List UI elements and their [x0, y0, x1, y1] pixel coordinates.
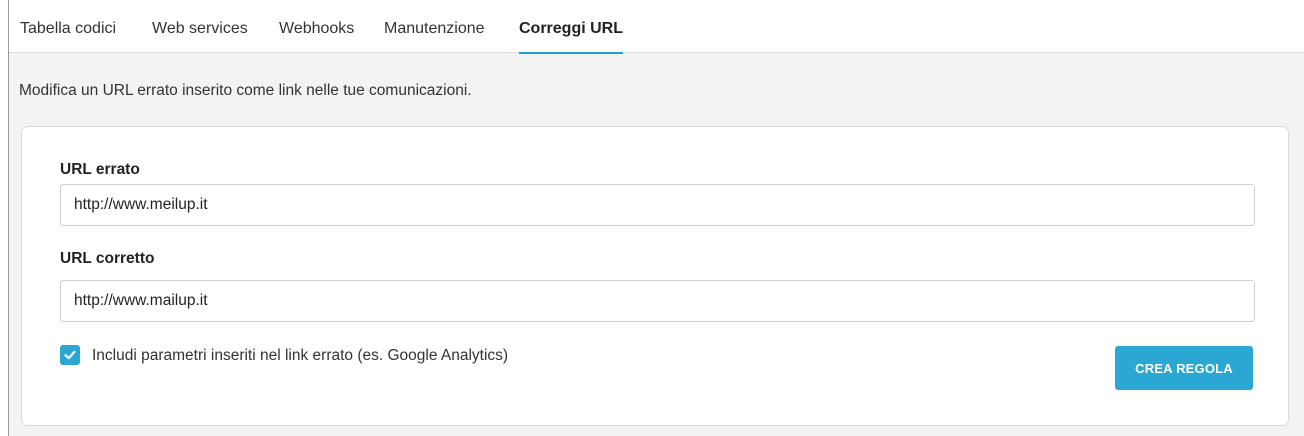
- create-rule-button[interactable]: CREA REGOLA: [1115, 346, 1253, 390]
- wrong-url-label: URL errato: [60, 161, 140, 178]
- tab-correggi-url[interactable]: Correggi URL: [519, 0, 623, 54]
- app-frame: Tabella codici Web services Webhooks Man…: [8, 0, 1304, 436]
- include-params-label: Includi parametri inseriti nel link erra…: [92, 347, 509, 364]
- include-params-checkbox[interactable]: [60, 345, 80, 365]
- tab-tabella-codici[interactable]: Tabella codici: [20, 0, 116, 53]
- correct-url-input[interactable]: [60, 280, 1255, 322]
- wrong-url-input[interactable]: [60, 184, 1255, 226]
- page-description: Modifica un URL errato inserito come lin…: [19, 82, 472, 99]
- tab-webhooks[interactable]: Webhooks: [279, 0, 354, 53]
- tab-bar: Tabella codici Web services Webhooks Man…: [9, 0, 1304, 54]
- check-icon: [64, 350, 76, 360]
- correct-url-label: URL corretto: [60, 250, 155, 267]
- correct-url-form-card: URL errato URL corretto Includi parametr…: [21, 126, 1289, 426]
- tab-manutenzione[interactable]: Manutenzione: [384, 0, 485, 53]
- tab-web-services[interactable]: Web services: [152, 0, 248, 53]
